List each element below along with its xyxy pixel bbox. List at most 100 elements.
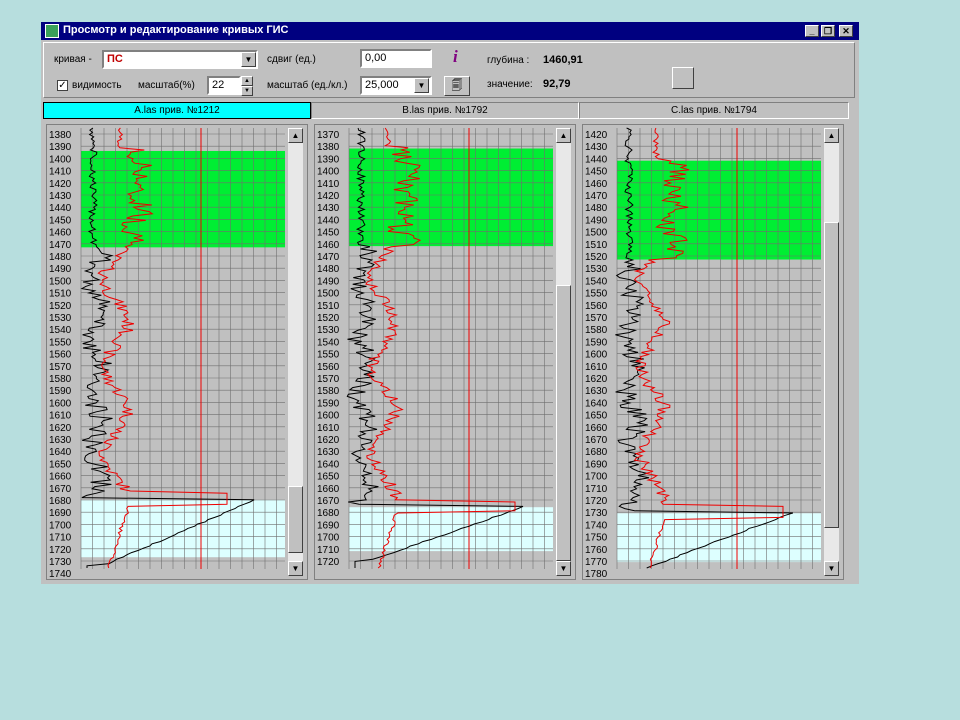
panel-c[interactable]: 1420 1430 1440 1450 1460 1470 1480 1490 1500 1510… bbox=[582, 124, 844, 580]
value-label: значение: bbox=[487, 79, 533, 90]
tab-well-b[interactable]: B.las прив. №1792 bbox=[311, 102, 579, 119]
square-button[interactable] bbox=[672, 67, 694, 89]
depth-label: 1720 bbox=[585, 496, 608, 507]
depth-label: 1440 bbox=[49, 203, 72, 214]
depth-label: 1430 bbox=[317, 203, 340, 214]
scroll-down-button[interactable]: ▼ bbox=[288, 561, 303, 576]
depth-label: 1640 bbox=[317, 459, 340, 470]
scale-pct-down-button[interactable]: ▼ bbox=[241, 86, 253, 96]
depth-label: 1680 bbox=[49, 496, 72, 507]
scroll-thumb[interactable] bbox=[824, 222, 839, 528]
depth-label: 1710 bbox=[317, 545, 340, 556]
panel-a[interactable]: 1380 1390 1400 1410 1420 1430 1440 1450 1460 1470… bbox=[46, 124, 308, 580]
scroll-up-button[interactable]: ▲ bbox=[824, 128, 839, 143]
depth-label: 1550 bbox=[585, 289, 608, 300]
depth-label: 1570 bbox=[317, 374, 340, 385]
copy-page-button[interactable]: 🗐 bbox=[444, 76, 470, 96]
depth-label: 1620 bbox=[49, 423, 72, 434]
depth-label: 1760 bbox=[585, 545, 608, 556]
depth-label: 1780 bbox=[585, 569, 608, 580]
scale-pct-value: 22 bbox=[212, 79, 225, 91]
depth-label: 1580 bbox=[49, 374, 72, 385]
depth-label: 1720 bbox=[317, 557, 340, 568]
depth-label: 1610 bbox=[49, 411, 72, 422]
scroll-up-button[interactable]: ▲ bbox=[288, 128, 303, 143]
scroll-thumb[interactable] bbox=[288, 485, 303, 553]
depth-label: 1660 bbox=[585, 423, 608, 434]
depth-label: 1670 bbox=[317, 496, 340, 507]
curve-select[interactable]: ПС bbox=[102, 50, 258, 69]
log-plot: 138013901400 14101420143014401450 14601470… bbox=[49, 127, 285, 580]
vertical-scrollbar[interactable]: ▲ ▼ bbox=[288, 128, 303, 576]
toolbar: кривая - ПС ▼ сдвиг (ед.) 0,00 i глубина… bbox=[43, 42, 855, 98]
visibility-checkbox[interactable]: ✓ bbox=[57, 80, 68, 91]
depth-label: 1490 bbox=[49, 264, 72, 275]
minimize-button[interactable]: _ bbox=[805, 25, 819, 37]
depth-label: 1500 bbox=[585, 228, 608, 239]
depth-label: 1640 bbox=[49, 447, 72, 458]
depth-label: 1590 bbox=[585, 337, 608, 348]
scale-pct-input[interactable]: 22 bbox=[207, 76, 241, 95]
depth-label: 1440 bbox=[317, 215, 340, 226]
tab-well-c[interactable]: C.las прив. №1794 bbox=[579, 102, 849, 119]
depth-label: 1450 bbox=[317, 228, 340, 239]
info-icon[interactable]: i bbox=[453, 47, 458, 67]
depth-label: 1740 bbox=[585, 520, 608, 531]
depth-label: 1710 bbox=[49, 533, 72, 544]
scale-pct-label: масштаб(%) bbox=[138, 80, 195, 91]
depth-label: 1510 bbox=[585, 240, 608, 251]
scroll-up-button[interactable]: ▲ bbox=[556, 128, 571, 143]
tab-label: B.las прив. №1792 bbox=[402, 105, 488, 116]
depth-label: 1430 bbox=[585, 142, 608, 153]
depth-label: 1530 bbox=[49, 313, 72, 324]
depth-label: 1680 bbox=[317, 508, 340, 519]
tab-label: C.las прив. №1794 bbox=[671, 105, 757, 116]
close-button[interactable]: ✕ bbox=[839, 25, 853, 37]
depth-value: 1460,91 bbox=[543, 54, 583, 66]
depth-label: 1590 bbox=[317, 398, 340, 409]
lower-zone bbox=[617, 513, 821, 563]
reservoir-zone bbox=[81, 150, 285, 248]
depth-label: 1520 bbox=[49, 301, 72, 312]
depth-label: 1500 bbox=[317, 289, 340, 300]
curve-dropdown-button[interactable]: ▼ bbox=[241, 52, 256, 67]
depth-label: 1660 bbox=[317, 484, 340, 495]
depth-label: 1660 bbox=[49, 472, 72, 483]
scroll-thumb[interactable] bbox=[556, 285, 571, 561]
window-title: Просмотр и редактирование кривых ГИС bbox=[63, 24, 289, 36]
value-value: 92,79 bbox=[543, 78, 571, 90]
vertical-scrollbar[interactable]: ▲ ▼ bbox=[556, 128, 571, 576]
log-plot: 142014301440 14501460147014801490 15001510… bbox=[585, 127, 821, 580]
depth-label: 1650 bbox=[49, 459, 72, 470]
depth-label: 1490 bbox=[585, 215, 608, 226]
shift-value: 0,00 bbox=[365, 52, 387, 64]
depth-label: 1410 bbox=[49, 167, 72, 178]
depth-label: 1750 bbox=[585, 533, 608, 544]
depth-label: 1700 bbox=[49, 520, 72, 531]
depth-label: 1480 bbox=[585, 203, 608, 214]
depth-label: 1650 bbox=[317, 472, 340, 483]
scale-pct-up-button[interactable]: ▲ bbox=[241, 76, 253, 86]
reservoir-zone bbox=[617, 160, 821, 260]
depth-label: 1390 bbox=[49, 142, 72, 153]
scroll-down-button[interactable]: ▼ bbox=[556, 561, 571, 576]
depth-label: 1700 bbox=[585, 472, 608, 483]
vertical-scrollbar[interactable]: ▲ ▼ bbox=[824, 128, 839, 576]
scroll-down-button[interactable]: ▼ bbox=[824, 561, 839, 576]
depth-label: 1420 bbox=[585, 130, 608, 141]
depth-label: 1700 bbox=[317, 533, 340, 544]
depth-label: 1480 bbox=[49, 252, 72, 263]
tab-well-a[interactable]: A.las прив. №1212 bbox=[43, 102, 311, 119]
depth-label: 1600 bbox=[317, 411, 340, 422]
depth-label: 1460 bbox=[49, 228, 72, 239]
panel-b[interactable]: 1370 1380 1390 1400 1410 1420 1430 1440 1450 1460… bbox=[314, 124, 576, 580]
scale-units-dropdown-button[interactable]: ▼ bbox=[414, 78, 429, 93]
visibility-label: видимость bbox=[72, 80, 122, 91]
depth-label: 1540 bbox=[49, 325, 72, 336]
restore-button[interactable]: ❐ bbox=[821, 25, 835, 37]
shift-input[interactable]: 0,00 bbox=[360, 49, 432, 68]
title-bar[interactable]: Просмотр и редактирование кривых ГИС _ ❐… bbox=[41, 22, 859, 40]
depth-label: 1690 bbox=[49, 508, 72, 519]
depth-label: 1630 bbox=[585, 386, 608, 397]
depth-label: 1560 bbox=[317, 362, 340, 373]
